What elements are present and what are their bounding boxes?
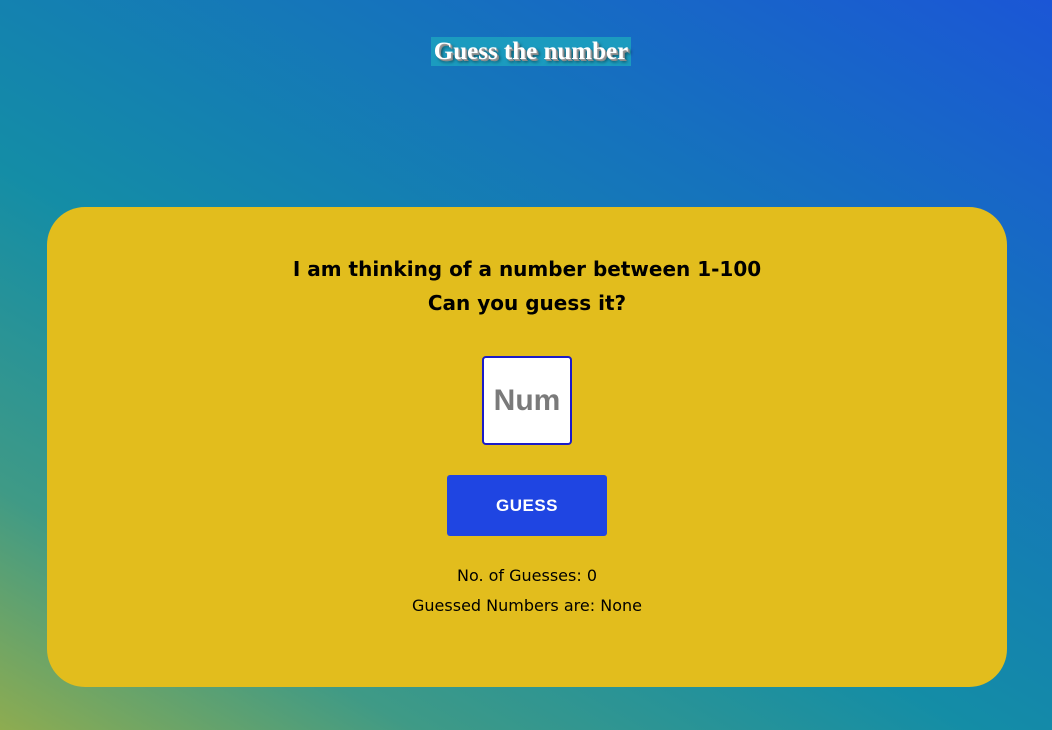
guess-count-value: 0 — [586, 566, 598, 585]
guess-button[interactable]: GUESS — [447, 475, 607, 536]
guessed-numbers: Guessed Numbers are: None — [47, 596, 1007, 615]
guessed-numbers-label: Guessed Numbers are: — [412, 596, 596, 615]
guess-count: No. of Guesses: 0 — [47, 566, 1007, 585]
prompt-line-1: I am thinking of a number between 1-100 — [292, 257, 762, 281]
guess-count-label: No. of Guesses: — [456, 566, 582, 585]
guess-input[interactable] — [482, 356, 572, 445]
prompt-line-2: Can you guess it? — [427, 291, 627, 315]
guessed-numbers-value: None — [600, 596, 642, 615]
game-card: I am thinking of a number between 1-100 … — [47, 207, 1007, 687]
page-title: Guess the number — [431, 37, 631, 66]
